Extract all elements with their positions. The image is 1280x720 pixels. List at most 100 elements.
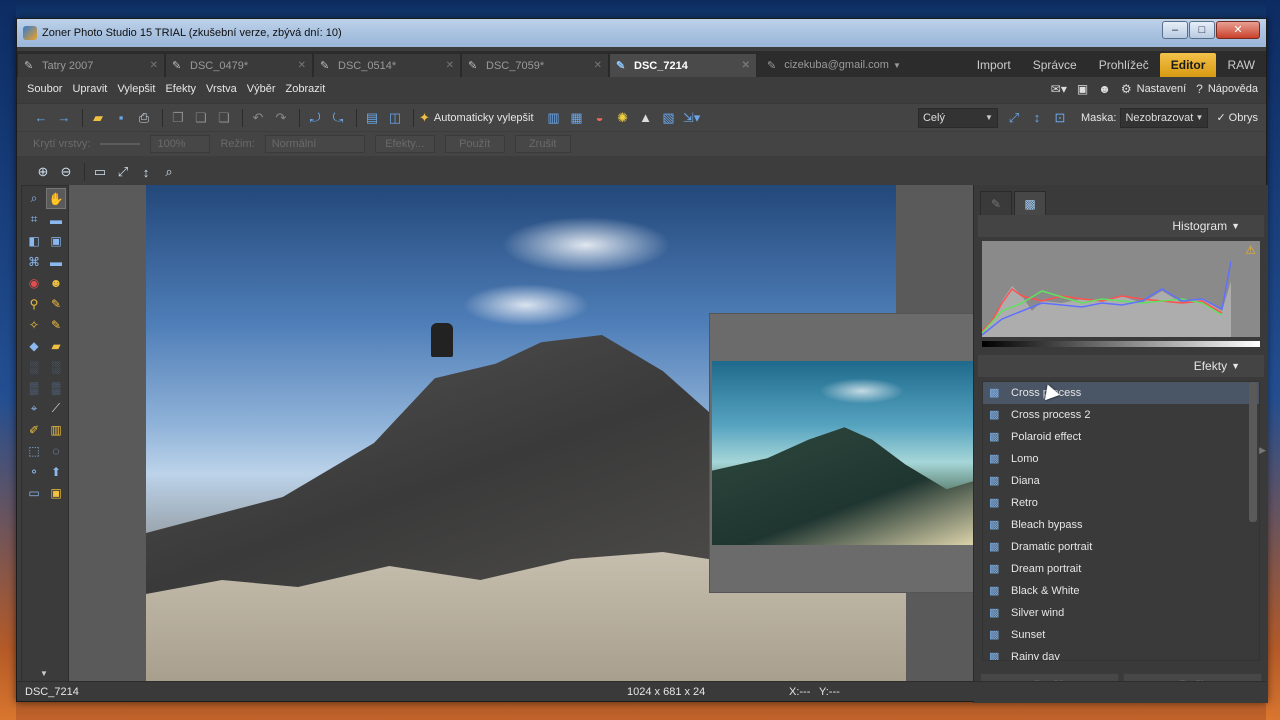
tab-close-icon[interactable]: ✕	[150, 60, 158, 71]
tab-close-icon[interactable]: ✕	[742, 60, 750, 71]
zoom-in-icon[interactable]: ⊕	[33, 162, 53, 182]
tab-close-icon[interactable]: ✕	[298, 60, 306, 71]
opacity-percent-field[interactable]: 100%	[150, 135, 211, 153]
fit-screen-icon[interactable]: ⤢	[113, 162, 133, 182]
canvas-tool-icon[interactable]: ▬	[46, 251, 66, 272]
sharpen-icon[interactable]: ▲	[636, 108, 656, 128]
actual-pixels-icon[interactable]: ▭	[90, 162, 110, 182]
effects-header[interactable]: Efekty ▼	[978, 355, 1264, 377]
menu-edit[interactable]: Upravit	[72, 83, 107, 95]
copy-icon[interactable]: ❐	[168, 108, 188, 128]
zoom-tool-icon[interactable]: ⌕	[24, 188, 44, 209]
pattern-tool-icon[interactable]: ░	[46, 356, 66, 377]
effect-item[interactable]: ▩ Dramatic portrait	[983, 536, 1259, 558]
effect-item[interactable]: ▩ Diana	[983, 470, 1259, 492]
mode-viewer[interactable]: Prohlížeč	[1088, 53, 1160, 77]
effect-item[interactable]: ▩ Lomo	[983, 448, 1259, 470]
undo-icon[interactable]: ↶	[248, 108, 268, 128]
layout-split-icon[interactable]: ◫	[385, 108, 405, 128]
minimize-button[interactable]: –	[1162, 21, 1188, 39]
paste-icon[interactable]: ❏	[191, 108, 211, 128]
levels-icon[interactable]: ▥	[544, 108, 564, 128]
menu-effects[interactable]: Efekty	[165, 83, 196, 95]
mode-editor[interactable]: Editor	[1159, 53, 1217, 77]
blend-mode-combo[interactable]: Normální	[264, 135, 365, 153]
export-icon[interactable]: ⇲▾	[682, 108, 702, 128]
maximize-button[interactable]: □	[1189, 21, 1215, 39]
healing-tool-icon[interactable]: ✎	[46, 293, 66, 314]
mail-icon[interactable]: ✉▾	[1051, 82, 1067, 96]
print-icon[interactable]: ⎙	[134, 108, 154, 128]
resize-tool-icon[interactable]: ▣	[46, 230, 66, 251]
effect-item[interactable]: ▩ Silver wind	[983, 602, 1259, 624]
close-button[interactable]: ✕	[1216, 21, 1260, 39]
title-bar[interactable]: Zoner Photo Studio 15 TRIAL (zkušební ve…	[17, 19, 1266, 47]
image-canvas[interactable]	[69, 185, 973, 683]
zoom-tool-icon[interactable]: ⌕	[159, 162, 179, 182]
effect-item[interactable]: ▩ Cross process 2	[983, 404, 1259, 426]
smudge-tool-icon[interactable]: ⌖	[24, 398, 44, 419]
effect-item[interactable]: ▩ Cross process	[983, 382, 1259, 404]
bulb-icon[interactable]: ✺	[613, 108, 633, 128]
save-icon[interactable]: ▪	[111, 108, 131, 128]
transform-tool-icon[interactable]: ⌘	[24, 251, 44, 272]
back-arrow-icon[interactable]: ←	[31, 108, 51, 128]
mode-manager[interactable]: Správce	[1022, 53, 1088, 77]
straighten-tool-icon[interactable]: ▬	[46, 209, 66, 230]
histogram-header[interactable]: Histogram ▼	[978, 215, 1264, 237]
gear-icon[interactable]: ⚙	[1121, 82, 1132, 96]
rect-select-icon[interactable]: ⬚	[24, 440, 44, 461]
menu-selection[interactable]: Výběr	[247, 83, 276, 95]
color-icon[interactable]: ◒	[590, 108, 610, 128]
mode-raw[interactable]: RAW	[1216, 53, 1266, 77]
knife-tool-icon[interactable]: ⟋	[46, 398, 66, 419]
retouch-tool-icon[interactable]: ✧	[24, 314, 44, 335]
fill-tool-icon[interactable]: ◆	[24, 335, 44, 356]
user-icon[interactable]: ☻	[1098, 82, 1111, 96]
portrait-tool-icon[interactable]: ☻	[46, 272, 66, 293]
rotate-icon[interactable]: ⤾	[305, 108, 325, 128]
blur-tool-icon[interactable]: ▒	[24, 377, 44, 398]
account-dropdown[interactable]: ✎ cizekuba@gmail.com ▼	[757, 53, 911, 77]
zoom-out-icon[interactable]: ⊖	[56, 162, 76, 182]
cancel-layer-button[interactable]: Zrušit	[514, 135, 571, 153]
fit-vertical-icon[interactable]: ↕	[136, 162, 156, 182]
shape-tool-icon[interactable]: ▥	[46, 419, 66, 440]
tab-close-icon[interactable]: ✕	[594, 60, 602, 71]
monitor-icon[interactable]: ▣	[1077, 82, 1088, 96]
apply-layer-button[interactable]: Použít	[444, 135, 505, 153]
red-eye-tool-icon[interactable]: ◉	[24, 272, 44, 293]
layer-tool-icon[interactable]: ▭	[24, 482, 44, 503]
forward-arrow-icon[interactable]: →	[54, 108, 74, 128]
gradient-tool-icon[interactable]: ░	[24, 356, 44, 377]
menu-enhance[interactable]: Vylepšit	[117, 83, 155, 95]
effect-item[interactable]: ▩ Rainy day	[983, 646, 1259, 660]
open-folder-icon[interactable]: ▰	[88, 108, 108, 128]
tab-dsc-7059[interactable]: ✎ DSC_7059* ✕	[461, 53, 609, 77]
effect-item[interactable]: ▩ Bleach bypass	[983, 514, 1259, 536]
lasso-select-icon[interactable]: ◌	[46, 440, 66, 461]
frame-tool-icon[interactable]: ▣	[46, 482, 66, 503]
tab-close-icon[interactable]: ✕	[446, 60, 454, 71]
move-tool-icon[interactable]: ⬆	[46, 461, 66, 482]
chevron-right-icon[interactable]: ▶	[1259, 445, 1266, 456]
mode-import[interactable]: Import	[966, 53, 1022, 77]
tab-brush-icon[interactable]: ✎	[980, 191, 1012, 215]
mask-combo[interactable]: Nezobrazovat ▼	[1120, 107, 1209, 128]
edit-image-icon[interactable]: ▧	[659, 108, 679, 128]
actual-size-icon[interactable]: ⊡	[1050, 108, 1070, 128]
redo-icon[interactable]: ↷	[271, 108, 291, 128]
fit-height-icon[interactable]: ↕	[1027, 108, 1047, 128]
help-icon[interactable]: ?	[1196, 82, 1203, 96]
paste-as-icon[interactable]: ❏	[214, 108, 234, 128]
brush-tool-icon[interactable]: ✎	[46, 314, 66, 335]
effects-scrollbar[interactable]	[1249, 382, 1257, 522]
tab-dsc-0514[interactable]: ✎ DSC_0514* ✕	[313, 53, 461, 77]
perspective-tool-icon[interactable]: ◧	[24, 230, 44, 251]
eraser-tool-icon[interactable]: ▰	[46, 335, 66, 356]
opacity-slider[interactable]	[100, 143, 141, 145]
menu-view[interactable]: Zobrazit	[286, 83, 326, 95]
sharpen-tool-icon[interactable]: ▒	[46, 377, 66, 398]
effect-item[interactable]: ▩ Polaroid effect	[983, 426, 1259, 448]
clone-tool-icon[interactable]: ⚲	[24, 293, 44, 314]
